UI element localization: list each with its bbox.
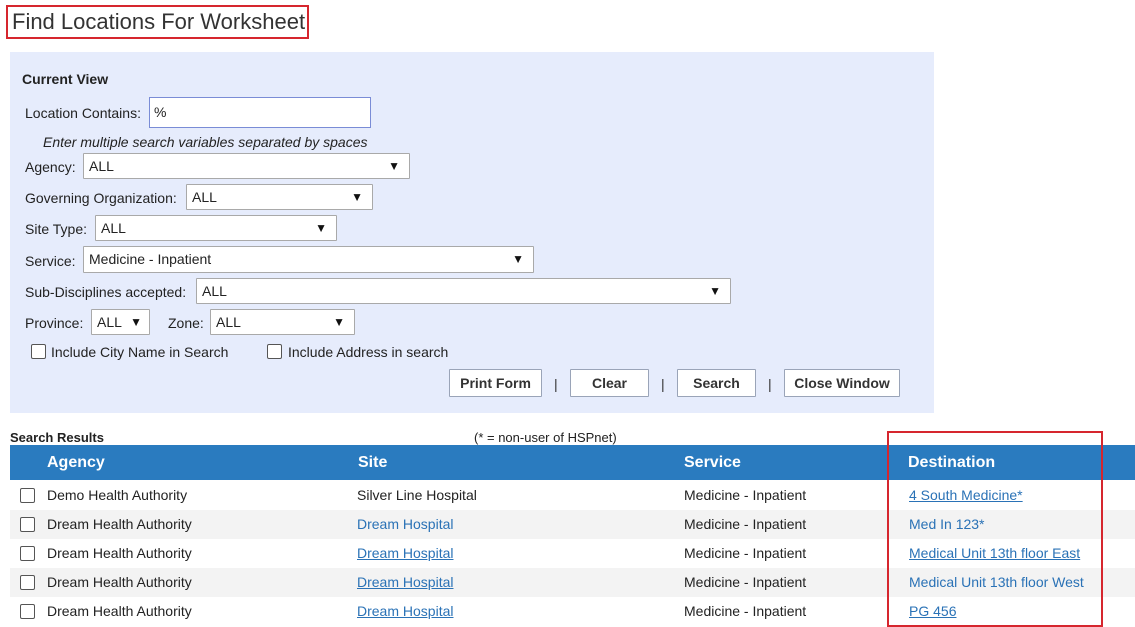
button-separator: |: [554, 376, 558, 392]
column-header-agency[interactable]: Agency: [47, 445, 105, 480]
row-agency: Dream Health Authority: [47, 574, 192, 590]
print-form-button[interactable]: Print Form: [449, 369, 542, 397]
governing-organization-value: ALL: [192, 189, 217, 205]
triangle-down-icon: ▼: [351, 190, 363, 204]
row-checkbox[interactable]: [20, 604, 35, 619]
agency-select[interactable]: ALL ▼: [83, 153, 410, 179]
governing-organization-label: Governing Organization:: [25, 190, 177, 206]
row-service: Medicine - Inpatient: [684, 516, 807, 532]
sub-disciplines-label: Sub-Disciplines accepted:: [25, 284, 187, 300]
button-separator: |: [768, 376, 772, 392]
site-type-select[interactable]: ALL ▼: [95, 215, 337, 241]
row-agency: Dream Health Authority: [47, 516, 192, 532]
row-checkbox[interactable]: [20, 517, 35, 532]
location-contains-input[interactable]: %: [149, 97, 371, 128]
row-service: Medicine - Inpatient: [684, 487, 807, 503]
triangle-down-icon: ▼: [709, 284, 721, 298]
search-hint: Enter multiple search variables separate…: [43, 134, 368, 150]
service-value: Medicine - Inpatient: [89, 251, 212, 267]
row-agency: Demo Health Authority: [47, 487, 188, 503]
triangle-down-icon: ▼: [388, 159, 400, 173]
triangle-down-icon: ▼: [315, 221, 327, 235]
row-site-link[interactable]: Dream Hospital: [357, 597, 453, 626]
row-service: Medicine - Inpatient: [684, 603, 807, 619]
agency-label: Agency:: [25, 159, 76, 175]
site-type-value: ALL: [101, 220, 126, 236]
include-city-label: Include City Name in Search: [51, 344, 229, 360]
sub-disciplines-value: ALL: [202, 283, 227, 299]
row-site-link[interactable]: Dream Hospital: [357, 568, 453, 597]
page-title: Find Locations For Worksheet: [6, 5, 309, 39]
location-contains-label: Location Contains:: [25, 105, 141, 121]
zone-value: ALL: [216, 314, 241, 330]
column-header-site[interactable]: Site: [358, 445, 387, 480]
button-separator: |: [661, 376, 665, 392]
include-address-label: Include Address in search: [288, 344, 449, 360]
row-checkbox[interactable]: [20, 575, 35, 590]
province-value: ALL: [97, 314, 122, 330]
zone-label: Zone:: [168, 315, 204, 331]
row-site-link[interactable]: Dream Hospital: [357, 539, 453, 568]
current-view-heading: Current View: [22, 71, 109, 87]
destination-highlight-box: [887, 431, 1103, 627]
row-checkbox[interactable]: [20, 488, 35, 503]
row-service: Medicine - Inpatient: [684, 574, 807, 590]
service-label: Service:: [25, 253, 76, 269]
province-label: Province:: [25, 315, 84, 331]
site-type-label: Site Type:: [25, 221, 88, 237]
column-header-service[interactable]: Service: [684, 445, 741, 480]
row-agency: Dream Health Authority: [47, 603, 192, 619]
triangle-down-icon: ▼: [512, 252, 524, 266]
row-service: Medicine - Inpatient: [684, 545, 807, 561]
row-checkbox[interactable]: [20, 546, 35, 561]
sub-disciplines-select[interactable]: ALL ▼: [196, 278, 731, 304]
province-select[interactable]: ALL ▼: [91, 309, 150, 335]
row-site-link[interactable]: Dream Hospital: [357, 510, 453, 539]
clear-button[interactable]: Clear: [570, 369, 649, 397]
include-address-checkbox[interactable]: [267, 344, 282, 359]
include-city-checkbox[interactable]: [31, 344, 46, 359]
row-site: Silver Line Hospital: [357, 487, 477, 503]
agency-value: ALL: [89, 158, 114, 174]
service-select[interactable]: Medicine - Inpatient ▼: [83, 246, 534, 273]
triangle-down-icon: ▼: [130, 315, 142, 329]
governing-organization-select[interactable]: ALL ▼: [186, 184, 373, 210]
row-agency: Dream Health Authority: [47, 545, 192, 561]
zone-select[interactable]: ALL ▼: [210, 309, 355, 335]
search-button[interactable]: Search: [677, 369, 756, 397]
triangle-down-icon: ▼: [333, 315, 345, 329]
close-window-button[interactable]: Close Window: [784, 369, 900, 397]
